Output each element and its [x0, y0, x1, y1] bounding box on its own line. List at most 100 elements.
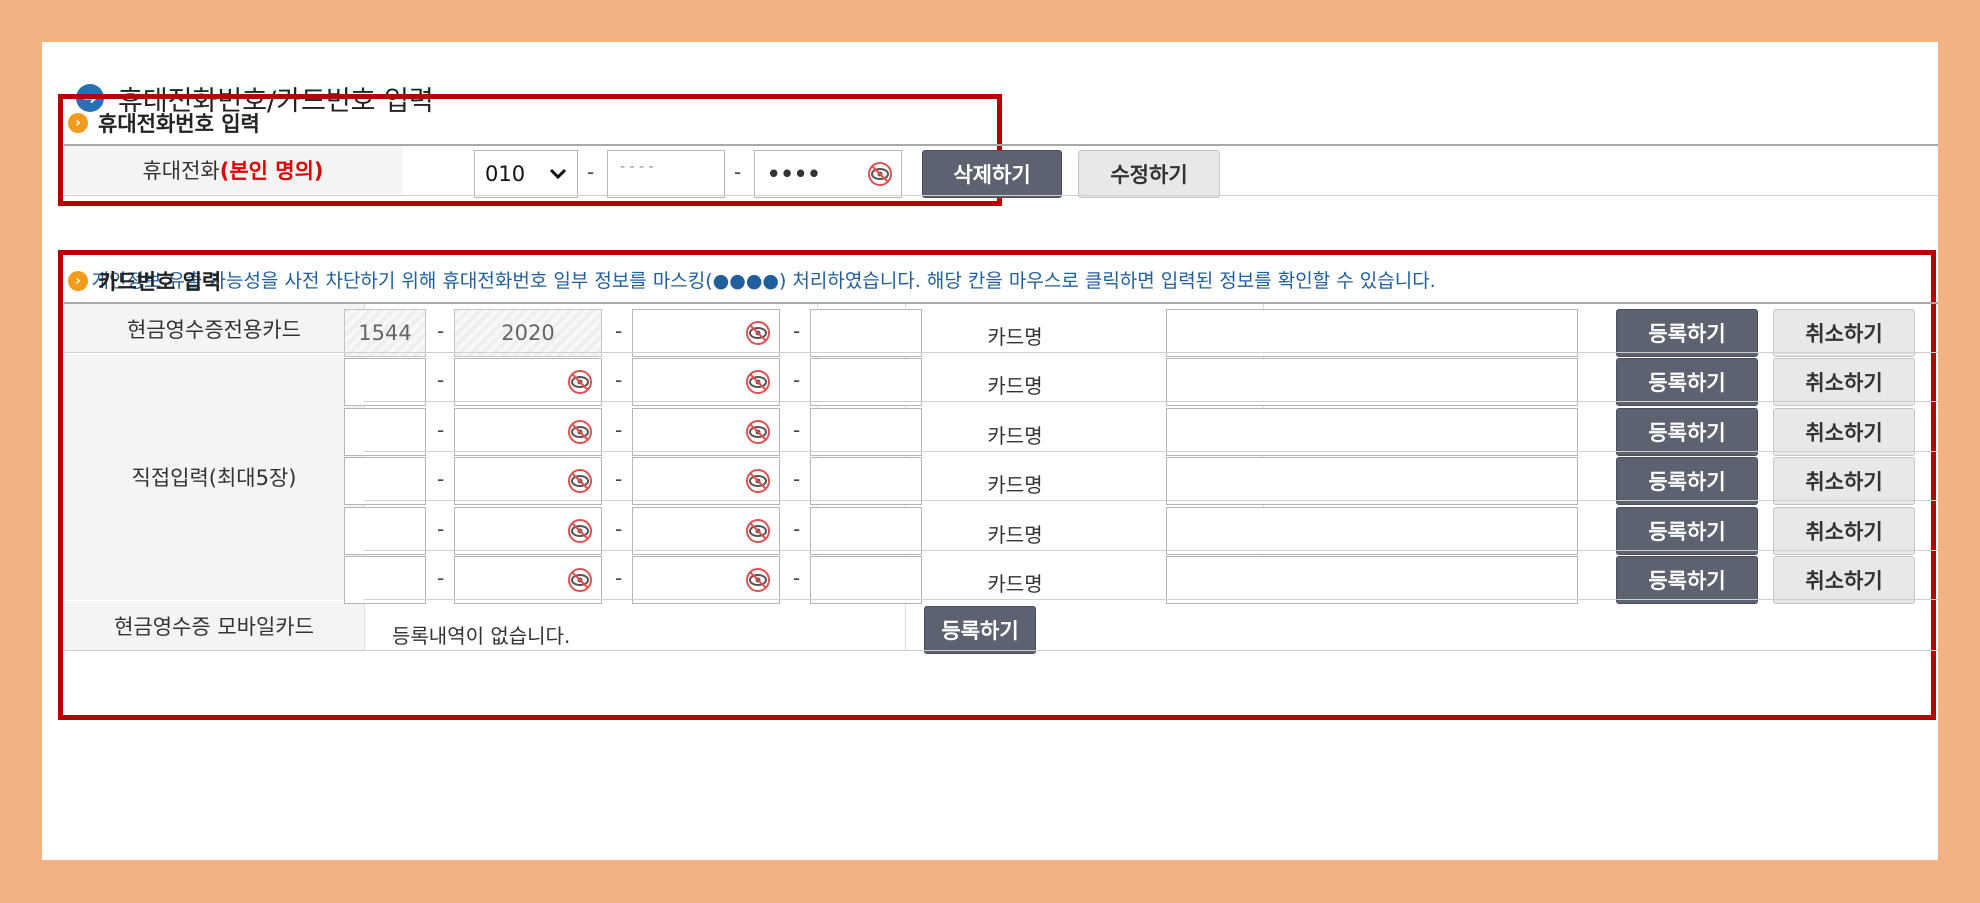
dedicated-card-name-input[interactable]: [1166, 309, 1578, 357]
direct-5-card-part2[interactable]: [454, 556, 602, 604]
direct-5-cancel-button[interactable]: 취소하기: [1773, 556, 1915, 604]
mobile-card-register-button[interactable]: 등록하기: [924, 606, 1036, 654]
direct-4-card-part4[interactable]: [810, 507, 922, 555]
phone-label: 휴대전화: [142, 159, 220, 183]
direct-3-card-part3[interactable]: [632, 457, 780, 505]
divider: [364, 401, 1938, 402]
direct-input-label-cell: 직접입력(최대5장): [64, 354, 364, 600]
dedicated-card-part3[interactable]: [632, 309, 780, 357]
direct-1-card-part1[interactable]: [344, 358, 426, 406]
direct-3-card-name-input[interactable]: [1166, 457, 1578, 505]
dedicated-card-part1: 1544: [344, 309, 426, 357]
dedicated-card-part4[interactable]: [810, 309, 922, 357]
card-part2-value: 2020: [501, 321, 555, 345]
mobile-card-label-cell: 현금영수증 모바일카드: [64, 601, 364, 650]
direct-1-card-name-input[interactable]: [1166, 358, 1578, 406]
eye-hidden-icon[interactable]: [745, 320, 771, 346]
divider: [64, 650, 1938, 651]
direct-2-cancel-button[interactable]: 취소하기: [1773, 408, 1915, 456]
eye-hidden-icon[interactable]: [745, 518, 771, 544]
direct-3-cancel-button[interactable]: 취소하기: [1773, 457, 1915, 505]
direct-2-card-part2[interactable]: [454, 408, 602, 456]
direct-4-cancel-button[interactable]: 취소하기: [1773, 507, 1915, 555]
direct-4-card-part3[interactable]: [632, 507, 780, 555]
dedicated-card-label: 현금영수증전용카드: [127, 317, 301, 342]
direct-3-register-button[interactable]: 등록하기: [1616, 457, 1758, 505]
direct-2-register-button[interactable]: 등록하기: [1616, 408, 1758, 456]
direct-4-card-part2[interactable]: [454, 507, 602, 555]
eye-hidden-icon[interactable]: [567, 419, 593, 445]
direct-5-card-name-input[interactable]: [1166, 556, 1578, 604]
eye-hidden-icon[interactable]: [745, 567, 771, 593]
dash: -: [615, 368, 623, 392]
dash: -: [437, 566, 445, 590]
dash: -: [793, 467, 801, 491]
card-section-title-text: 카드번호 입력: [98, 270, 222, 294]
dash: -: [615, 418, 623, 442]
dedicated-register-button[interactable]: 등록하기: [1616, 309, 1758, 357]
mobile-card-empty-text: 등록내역이 없습니다.: [392, 624, 571, 648]
direct-3-card-part4[interactable]: [810, 457, 922, 505]
direct-5-card-part4[interactable]: [810, 556, 922, 604]
direct-1-register-button[interactable]: 등록하기: [1616, 358, 1758, 406]
main-frame: ➜ 휴대전화번호/카드번호 입력 › 휴대전화번호 입력 휴대전화 (본인 명의)…: [42, 42, 1938, 860]
direct-5-card-part1[interactable]: [344, 556, 426, 604]
dash: -: [615, 467, 623, 491]
direct-1-card-part2[interactable]: [454, 358, 602, 406]
dash: -: [437, 517, 445, 541]
eye-hidden-icon[interactable]: [567, 518, 593, 544]
direct-1-cancel-button[interactable]: 취소하기: [1773, 358, 1915, 406]
edit-button[interactable]: 수정하기: [1078, 150, 1220, 198]
phone-prefix-select[interactable]: 010: [474, 150, 578, 198]
direct-5-card-part3[interactable]: [632, 556, 780, 604]
direct-4-card-name-input[interactable]: [1166, 507, 1578, 555]
direct-4-register-button[interactable]: 등록하기: [1616, 507, 1758, 555]
dash: -: [615, 319, 623, 343]
divider: [64, 352, 1938, 353]
dash: -: [793, 418, 801, 442]
dash: -: [587, 160, 595, 184]
dash: -: [615, 517, 623, 541]
card-part1-value: 1544: [358, 321, 412, 345]
phone-middle-field[interactable]: - - - -: [607, 150, 725, 198]
direct-2-card-part3[interactable]: [632, 408, 780, 456]
delete-button[interactable]: 삭제하기: [922, 150, 1062, 198]
eye-hidden-icon[interactable]: [745, 468, 771, 494]
card-name-label: 카드명: [987, 473, 1043, 497]
divider: [364, 599, 1938, 600]
eye-hidden-icon[interactable]: [745, 369, 771, 395]
dedicated-cancel-button[interactable]: 취소하기: [1773, 309, 1915, 357]
direct-4-card-part1[interactable]: [344, 507, 426, 555]
direct-2-card-part4[interactable]: [810, 408, 922, 456]
phone-middle-value: - - - -: [620, 159, 654, 175]
eye-hidden-icon[interactable]: [867, 161, 893, 187]
direct-1-card-part3[interactable]: [632, 358, 780, 406]
dash: -: [734, 160, 742, 184]
chevron-right-circle-icon: ›: [68, 113, 88, 133]
chevron-right-circle-icon: ›: [68, 271, 88, 291]
phone-prefix-value: 010: [485, 162, 526, 186]
dash: -: [615, 566, 623, 590]
eye-hidden-icon[interactable]: [567, 369, 593, 395]
direct-2-card-part1[interactable]: [344, 408, 426, 456]
dash: -: [793, 368, 801, 392]
divider: [364, 451, 1938, 452]
card-name-label: 카드명: [987, 424, 1043, 448]
divider: [364, 550, 1938, 551]
direct-3-card-part1[interactable]: [344, 457, 426, 505]
phone-last-field[interactable]: ••••: [754, 150, 902, 198]
direct-1-card-part4[interactable]: [810, 358, 922, 406]
card-name-label: 카드명: [987, 523, 1043, 547]
card-name-label: 카드명: [987, 572, 1043, 596]
direct-5-register-button[interactable]: 등록하기: [1616, 556, 1758, 604]
eye-hidden-icon[interactable]: [745, 419, 771, 445]
card-name-label: 카드명: [987, 325, 1043, 349]
dash: -: [793, 517, 801, 541]
direct-2-card-name-input[interactable]: [1166, 408, 1578, 456]
eye-hidden-icon[interactable]: [567, 567, 593, 593]
mobile-card-label: 현금영수증 모바일카드: [114, 614, 314, 639]
dash: -: [437, 467, 445, 491]
chevron-down-icon: [549, 168, 567, 180]
direct-3-card-part2[interactable]: [454, 457, 602, 505]
eye-hidden-icon[interactable]: [567, 468, 593, 494]
